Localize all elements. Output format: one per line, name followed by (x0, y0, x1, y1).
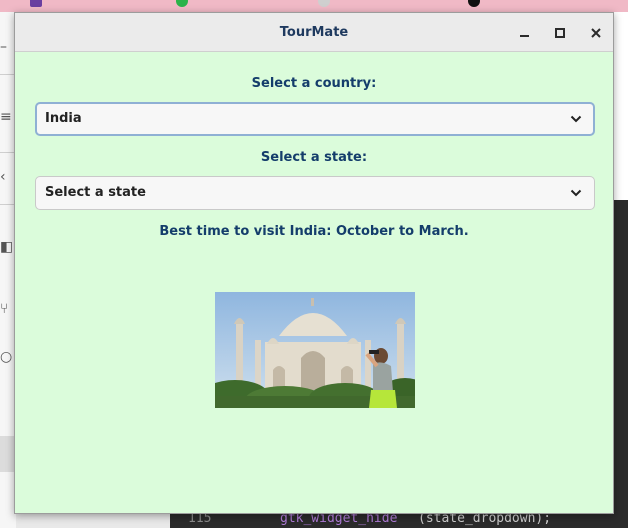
background-app-icon (30, 0, 42, 7)
background-panel-icon: ◧ (0, 239, 14, 255)
destination-photo (215, 292, 415, 408)
background-browser-tabstrip (0, 0, 628, 12)
minimize-icon (519, 34, 529, 37)
background-code-editor (614, 200, 628, 528)
background-code-function: gtk_widget_hide (280, 513, 398, 526)
background-line-number: 115 (188, 513, 212, 526)
background-menu-icon: ≡ (0, 109, 12, 125)
country-label: Select a country: (251, 76, 377, 91)
background-search-icon: ○ (0, 349, 13, 365)
chevron-down-icon (570, 115, 582, 123)
best-time-info: Best time to visit India: October to Mar… (159, 224, 469, 239)
titlebar[interactable]: TourMate (15, 13, 613, 52)
minimize-button[interactable] (514, 23, 534, 43)
background-tab-icon (468, 0, 480, 7)
close-button[interactable] (586, 23, 606, 43)
background-chevron-icon: ‹ (0, 169, 6, 185)
maximize-button[interactable] (550, 23, 570, 43)
chevron-down-icon (570, 189, 582, 197)
background-code-editor-line: 115 gtk_widget_hide (state_dropdown); (170, 513, 628, 528)
country-dropdown[interactable]: India (35, 102, 595, 136)
state-dropdown-value: Select a state (45, 185, 146, 200)
background-tab-icon (318, 0, 330, 7)
background-dash-icon: – (0, 39, 7, 55)
main-content: Select a country: India Select a state: … (15, 52, 613, 513)
background-code-args: (state_dropdown); (418, 513, 552, 526)
maximize-icon (555, 27, 565, 38)
tourmate-window: TourMate Select a country: India Select … (14, 12, 614, 514)
state-label: Select a state: (260, 150, 368, 165)
taj-mahal-illustration (215, 292, 415, 408)
close-icon (591, 27, 601, 38)
background-whatsapp-icon (176, 0, 188, 7)
country-dropdown-value: India (45, 111, 82, 126)
background-git-icon: ⑂ (0, 301, 9, 317)
state-dropdown[interactable]: Select a state (35, 176, 595, 210)
